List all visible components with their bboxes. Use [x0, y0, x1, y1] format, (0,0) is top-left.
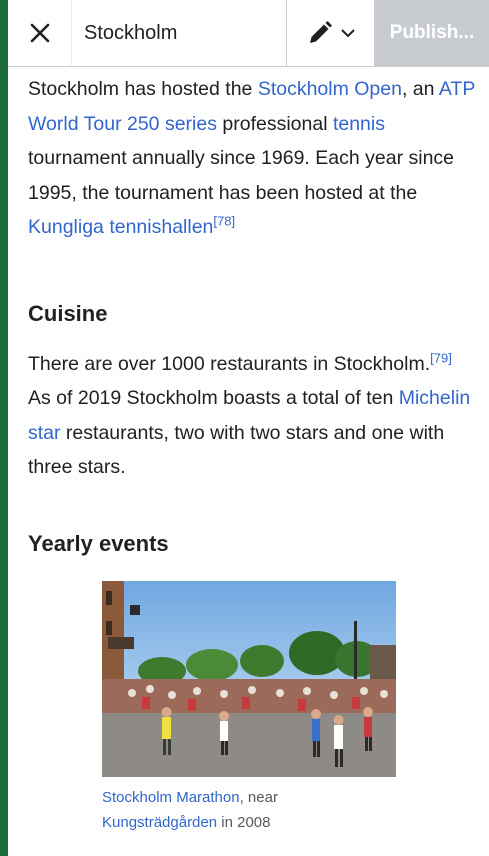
- editor-toolbar: Stockholm Publish...: [8, 0, 489, 67]
- marathon-photo[interactable]: [102, 580, 396, 777]
- paragraph-tennis: Stockholm has hosted the Stockholm Open,…: [28, 78, 475, 238]
- publish-button[interactable]: Publish...: [375, 0, 489, 66]
- article-content: Stockholm has hosted the Stockholm Open,…: [28, 72, 478, 835]
- figure-marathon: Stockholm Marathon, near Kungsträdgården…: [102, 580, 396, 835]
- link-kungstradgarden[interactable]: Kungsträdgården: [102, 814, 217, 831]
- heading-yearly-events: Yearly events: [28, 530, 169, 556]
- figure-caption: Stockholm Marathon, near Kungsträdgården…: [102, 788, 278, 831]
- link-kungliga-tennishallen[interactable]: Kungliga tennishallen: [28, 216, 213, 238]
- close-icon: [30, 23, 49, 43]
- edit-mode-dropdown[interactable]: [287, 0, 375, 66]
- page-title: Stockholm: [72, 0, 287, 66]
- ref-79[interactable]: [79]: [430, 350, 452, 365]
- chevron-down-icon: [340, 29, 355, 38]
- pencil-icon: [309, 21, 332, 43]
- link-stockholm-marathon[interactable]: Stockholm Marathon: [102, 789, 240, 806]
- ref-78[interactable]: [78]: [213, 214, 235, 229]
- link-stockholm-open[interactable]: Stockholm Open: [258, 78, 402, 100]
- close-button[interactable]: [8, 0, 72, 66]
- paragraph-cuisine: There are over 1000 restaurants in Stock…: [28, 350, 471, 478]
- link-tennis[interactable]: tennis: [333, 113, 385, 135]
- heading-cuisine: Cuisine: [28, 300, 108, 326]
- editor-frame: Stockholm Publish... Stockholm has hoste…: [8, 0, 489, 856]
